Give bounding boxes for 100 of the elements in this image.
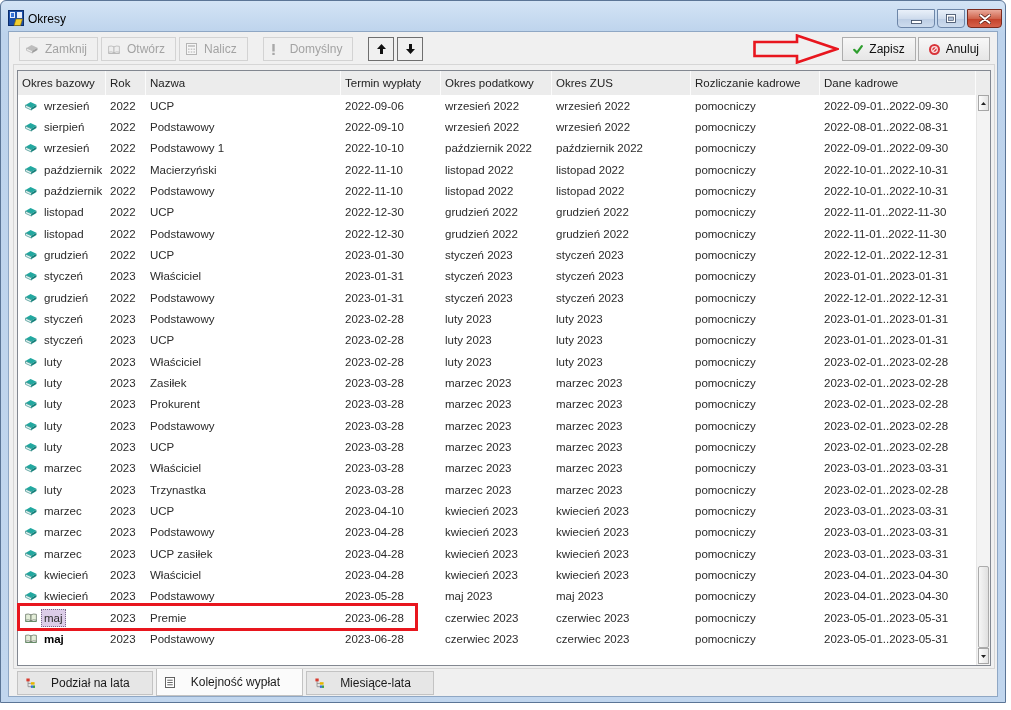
table-cell: pomocniczy	[695, 291, 756, 304]
column-header[interactable]: Termin wypłaty	[341, 71, 441, 95]
minimize-button[interactable]	[897, 9, 935, 28]
maximize-button[interactable]	[937, 9, 965, 28]
table-cell: marzec 2023	[445, 419, 512, 432]
column-header[interactable]: Okres ZUS	[552, 71, 691, 95]
table-cell[interactable]: kwiecień	[44, 568, 89, 581]
table-cell: pomocniczy	[695, 483, 756, 496]
table-cell[interactable]: luty	[44, 398, 62, 411]
book-icon	[25, 484, 37, 495]
table-cell[interactable]: marzec	[44, 462, 82, 475]
table-cell: Trzynastka	[150, 483, 206, 496]
table-cell: 2023-03-28	[345, 462, 404, 475]
table-cell: 2022	[110, 227, 136, 240]
table-cell[interactable]: styczeń	[44, 270, 83, 283]
table-cell[interactable]: marzec	[44, 504, 82, 517]
table-cell: 2022-09-06	[345, 99, 404, 112]
scroll-down-button[interactable]	[978, 648, 989, 664]
table-cell: grudzień 2022	[556, 206, 629, 219]
calculator-icon	[186, 43, 198, 55]
table-cell[interactable]: luty	[44, 355, 62, 368]
book-icon	[25, 569, 37, 580]
table-cell: czerwiec 2023	[556, 611, 630, 624]
close-window-button[interactable]	[967, 9, 1002, 28]
table-cell: Macierzyński	[150, 163, 217, 176]
column-header[interactable]: Nazwa	[146, 71, 341, 95]
table-cell: 2023-01-30	[345, 248, 404, 261]
table-cell[interactable]: sierpień	[44, 121, 85, 133]
move-down-button[interactable]	[397, 37, 424, 61]
table-cell: 2023-04-01..2023-04-30	[824, 568, 949, 581]
table-cell: 2023-02-01..2023-02-28	[824, 355, 949, 368]
column-header[interactable]: Dane kadrowe	[820, 71, 976, 95]
table-cell[interactable]: luty	[44, 440, 62, 453]
table-cell: pomocniczy	[695, 355, 756, 368]
vertical-scrollbar[interactable]	[976, 95, 990, 665]
table-cell: marzec 2023	[556, 483, 623, 496]
table-cell: 2022-08-01..2022-08-31	[824, 121, 949, 133]
table-cell[interactable]: kwiecień	[44, 590, 89, 603]
column-header[interactable]: Okres bazowy	[18, 71, 106, 95]
table-cell: 2022-12-30	[345, 227, 404, 240]
book-icon	[25, 441, 37, 452]
table-cell[interactable]: wrzesień	[44, 142, 90, 155]
table-cell: marzec 2023	[445, 440, 512, 453]
book-icon	[25, 164, 37, 175]
tab[interactable]: Podział na lata	[17, 671, 153, 695]
column-header[interactable]: Okres podatkowy	[441, 71, 552, 95]
book-icon	[25, 228, 37, 239]
table-cell[interactable]: listopad	[44, 206, 84, 219]
table-cell: grudzień 2022	[445, 227, 518, 240]
table-cell: pomocniczy	[695, 611, 756, 624]
scroll-thumb[interactable]	[978, 566, 989, 648]
cancel-button[interactable]: Anuluj	[917, 37, 990, 61]
table-cell: 2023-01-01..2023-01-31	[824, 312, 949, 325]
table-cell[interactable]: maj	[41, 608, 66, 627]
save-button[interactable]: Zapisz	[842, 37, 916, 61]
book-icon	[25, 377, 37, 388]
table-cell: 2023-03-01..2023-03-31	[824, 547, 949, 560]
caret-up-icon	[981, 101, 986, 105]
table-cell: pomocniczy	[695, 227, 756, 240]
table-cell: marzec 2023	[445, 462, 512, 475]
table-cell[interactable]: styczeń	[44, 312, 83, 325]
table-cell: Podstawowy	[150, 419, 215, 432]
table-cell: 2023-05-28	[345, 590, 404, 603]
table-cell[interactable]: marzec	[44, 526, 82, 539]
table-cell[interactable]: luty	[44, 376, 62, 389]
table-cell[interactable]: październik	[44, 163, 103, 176]
table-cell: grudzień 2022	[445, 206, 518, 219]
table-cell[interactable]: luty	[44, 419, 62, 432]
column-header[interactable]: Rozliczanie kadrowe	[691, 71, 820, 95]
table-cell: marzec 2023	[556, 462, 623, 475]
tab[interactable]: Kolejność wypłat	[155, 669, 304, 696]
table-cell: Właściciel	[150, 270, 202, 283]
table-cell: pomocniczy	[695, 376, 756, 389]
table-cell: 2023	[110, 334, 136, 347]
table-cell: 2023-03-28	[345, 398, 404, 411]
table-cell[interactable]: luty	[44, 483, 62, 496]
table-cell: czerwiec 2023	[445, 611, 519, 624]
table-cell[interactable]: listopad	[44, 227, 84, 240]
table-cell[interactable]: marzec	[44, 547, 82, 560]
book-icon	[25, 548, 37, 559]
move-up-button[interactable]	[368, 37, 395, 61]
table-cell: wrzesień 2022	[445, 121, 520, 133]
table-cell[interactable]: październik	[44, 184, 103, 197]
book-icon	[25, 420, 37, 431]
hierarchy-icon	[26, 678, 35, 688]
column-header[interactable]: Rok	[106, 71, 146, 95]
table-cell[interactable]: maj	[44, 632, 64, 645]
table-cell: pomocniczy	[695, 99, 756, 112]
document-icon	[164, 676, 175, 688]
app-icon	[8, 10, 24, 26]
table-cell: 2022	[110, 99, 136, 112]
table-cell[interactable]: grudzień	[44, 291, 89, 304]
table-cell[interactable]: grudzień	[44, 248, 89, 261]
table-cell[interactable]: styczeń	[44, 334, 83, 347]
table-cell: 2022-11-01..2022-11-30	[824, 206, 947, 219]
table-cell: 2023	[110, 462, 136, 475]
table-cell: marzec 2023	[556, 376, 623, 389]
scroll-up-button[interactable]	[978, 95, 989, 111]
tab[interactable]: Miesiące-lata	[306, 671, 434, 695]
table-cell[interactable]: wrzesień	[44, 99, 90, 112]
